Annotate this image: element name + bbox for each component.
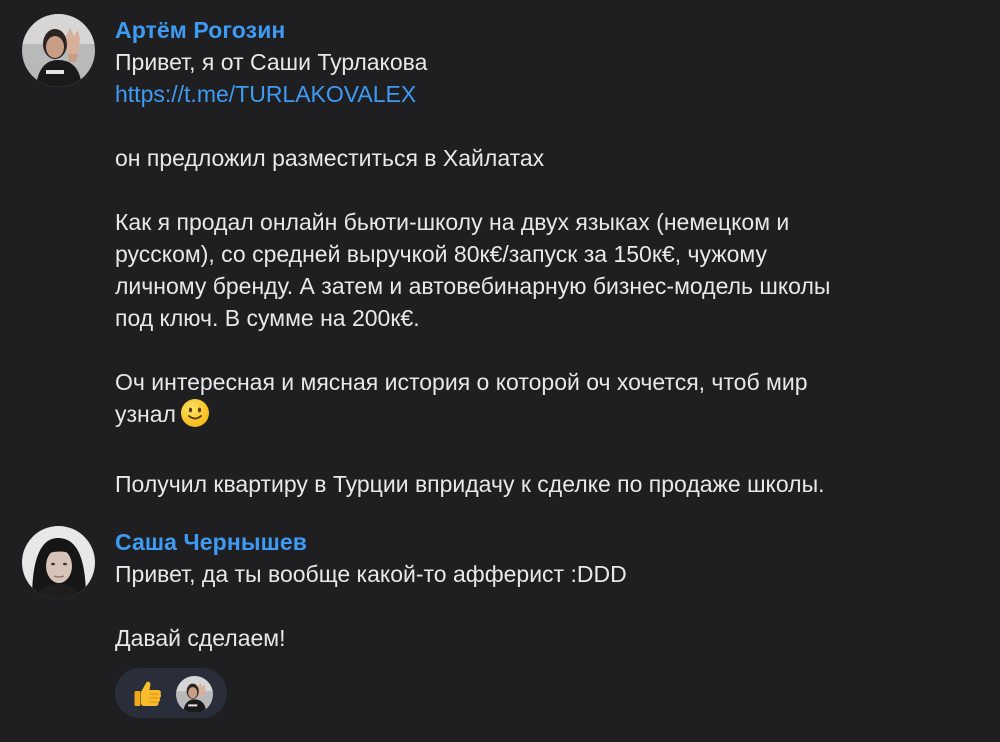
message-text-line: Получил квартиру в Турции впридачу к сде… <box>115 471 825 497</box>
avatar-artem[interactable] <box>22 14 95 87</box>
message-text-line: он предложил разместиться в Хайлатах <box>115 145 545 171</box>
reaction-badge[interactable] <box>115 668 227 718</box>
message-text-line: под ключ. В сумме на 200к€. <box>115 305 420 331</box>
avatar-sasha[interactable] <box>22 526 95 599</box>
message-text-line: русском), со средней выручкой 80к€/запус… <box>115 241 767 267</box>
message-text-line: Как я продал онлайн бьюти-школу на двух … <box>115 209 790 235</box>
message-artem-content: Артём Рогозин Привет, я от Саши Турлаков… <box>115 14 975 500</box>
telegram-link[interactable]: https://t.me/TURLAKOVALEX <box>115 81 416 107</box>
message-text-line-with-emoji: узнал <box>115 398 975 436</box>
avatar-artem-image <box>22 14 95 87</box>
chat-view: Артём Рогозин Привет, я от Саши Турлаков… <box>0 0 1000 742</box>
message-sasha-content: Саша Чернышев Привет, да ты вообще какой… <box>115 526 975 654</box>
reactor-avatar <box>176 676 213 713</box>
thumbs-up-icon <box>131 677 165 711</box>
message-text-line: Привет, да ты вообще какой-то афферист :… <box>115 561 627 587</box>
avatar-sasha-image <box>22 526 95 599</box>
message-text-line: личному бренду. А затем и автовебинарную… <box>115 273 831 299</box>
message-text-line: Давай сделаем! <box>115 625 286 651</box>
author-name[interactable]: Саша Чернышев <box>115 526 975 558</box>
message-text-line: Оч интересная и мясная история о которой… <box>115 369 808 395</box>
author-name[interactable]: Артём Рогозин <box>115 14 975 46</box>
message-text-line: Привет, я от Саши Турлакова <box>115 49 428 75</box>
slightly-smiling-face-icon <box>180 398 210 436</box>
message-text: узнал <box>115 401 176 427</box>
